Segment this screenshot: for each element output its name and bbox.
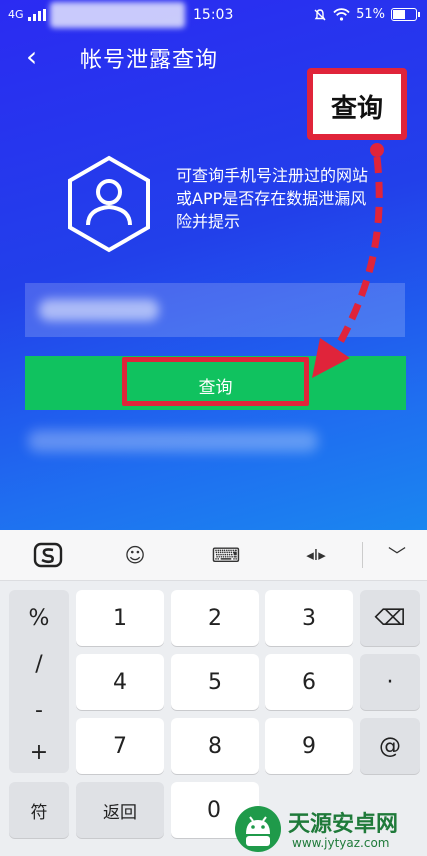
back-icon[interactable]: ‹ (26, 42, 37, 72)
key-5[interactable]: 5 (171, 654, 259, 710)
callout-box: 查询 (307, 68, 407, 140)
at-key[interactable]: @ (360, 718, 420, 774)
key-3[interactable]: 3 (265, 590, 353, 646)
key-2[interactable]: 2 (171, 590, 259, 646)
collapse-keyboard-icon[interactable]: ﹀ (377, 538, 417, 572)
phone-number-input[interactable] (25, 283, 405, 337)
symbol-switch-key[interactable]: 符 (9, 782, 69, 838)
signal-icon (28, 9, 46, 21)
keyboard-toolbar: ☺ ⌨ ◂I▸ ﹀ (0, 530, 427, 581)
hint-text-blurred (28, 430, 318, 452)
android-logo-icon (235, 806, 281, 852)
symbol-key[interactable]: % (9, 606, 69, 631)
sogou-logo-icon (33, 542, 63, 568)
symbol-key[interactable]: + (9, 740, 69, 765)
key-6[interactable]: 6 (265, 654, 353, 710)
battery-percent: 51% (356, 7, 385, 22)
backspace-icon: ⌫ (374, 605, 406, 631)
toolbar-divider (362, 542, 363, 568)
carrier-blurred (50, 2, 185, 28)
watermark: 天源安卓网 www.jytyaz.com (232, 800, 427, 856)
app-screen: 4G 15:03 51% ‹ 帐号泄露查询 可查询手机号注册过的网站或APP是否… (0, 0, 427, 530)
clock: 15:03 (193, 7, 234, 23)
symbol-key[interactable]: / (9, 652, 69, 677)
mute-icon (314, 8, 326, 20)
callout-label: 查询 (330, 94, 383, 124)
battery-icon (391, 8, 420, 21)
highlight-box (122, 357, 309, 406)
battery-level (393, 10, 406, 19)
key-8[interactable]: 8 (171, 718, 259, 774)
watermark-url: www.jytyaz.com (292, 836, 390, 850)
status-bar: 4G 15:03 51% (0, 0, 427, 32)
symbol-column[interactable]: % / - + (9, 590, 69, 773)
status-right: 51% (313, 7, 420, 22)
backspace-key[interactable]: ⌫ (360, 590, 420, 646)
dot-key[interactable]: · (360, 654, 420, 710)
key-4[interactable]: 4 (76, 654, 164, 710)
sogou-icon[interactable] (28, 538, 68, 572)
network-type: 4G (8, 8, 24, 21)
emoji-icon[interactable]: ☺ (115, 538, 155, 572)
user-shield-icon (68, 155, 150, 253)
return-key[interactable]: 返回 (76, 782, 164, 838)
watermark-site-name: 天源安卓网 (288, 812, 399, 837)
phone-number-blurred (39, 299, 159, 321)
cursor-move-icon[interactable]: ◂I▸ (296, 538, 336, 572)
key-9[interactable]: 9 (265, 718, 353, 774)
wifi-icon (333, 8, 350, 21)
key-1[interactable]: 1 (76, 590, 164, 646)
page-title: 帐号泄露查询 (80, 48, 219, 73)
symbol-key[interactable]: - (9, 698, 69, 723)
key-7[interactable]: 7 (76, 718, 164, 774)
keyboard-switch-icon[interactable]: ⌨ (206, 538, 246, 572)
feature-description: 可查询手机号注册过的网站或APP是否存在数据泄漏风险并提示 (176, 166, 369, 231)
